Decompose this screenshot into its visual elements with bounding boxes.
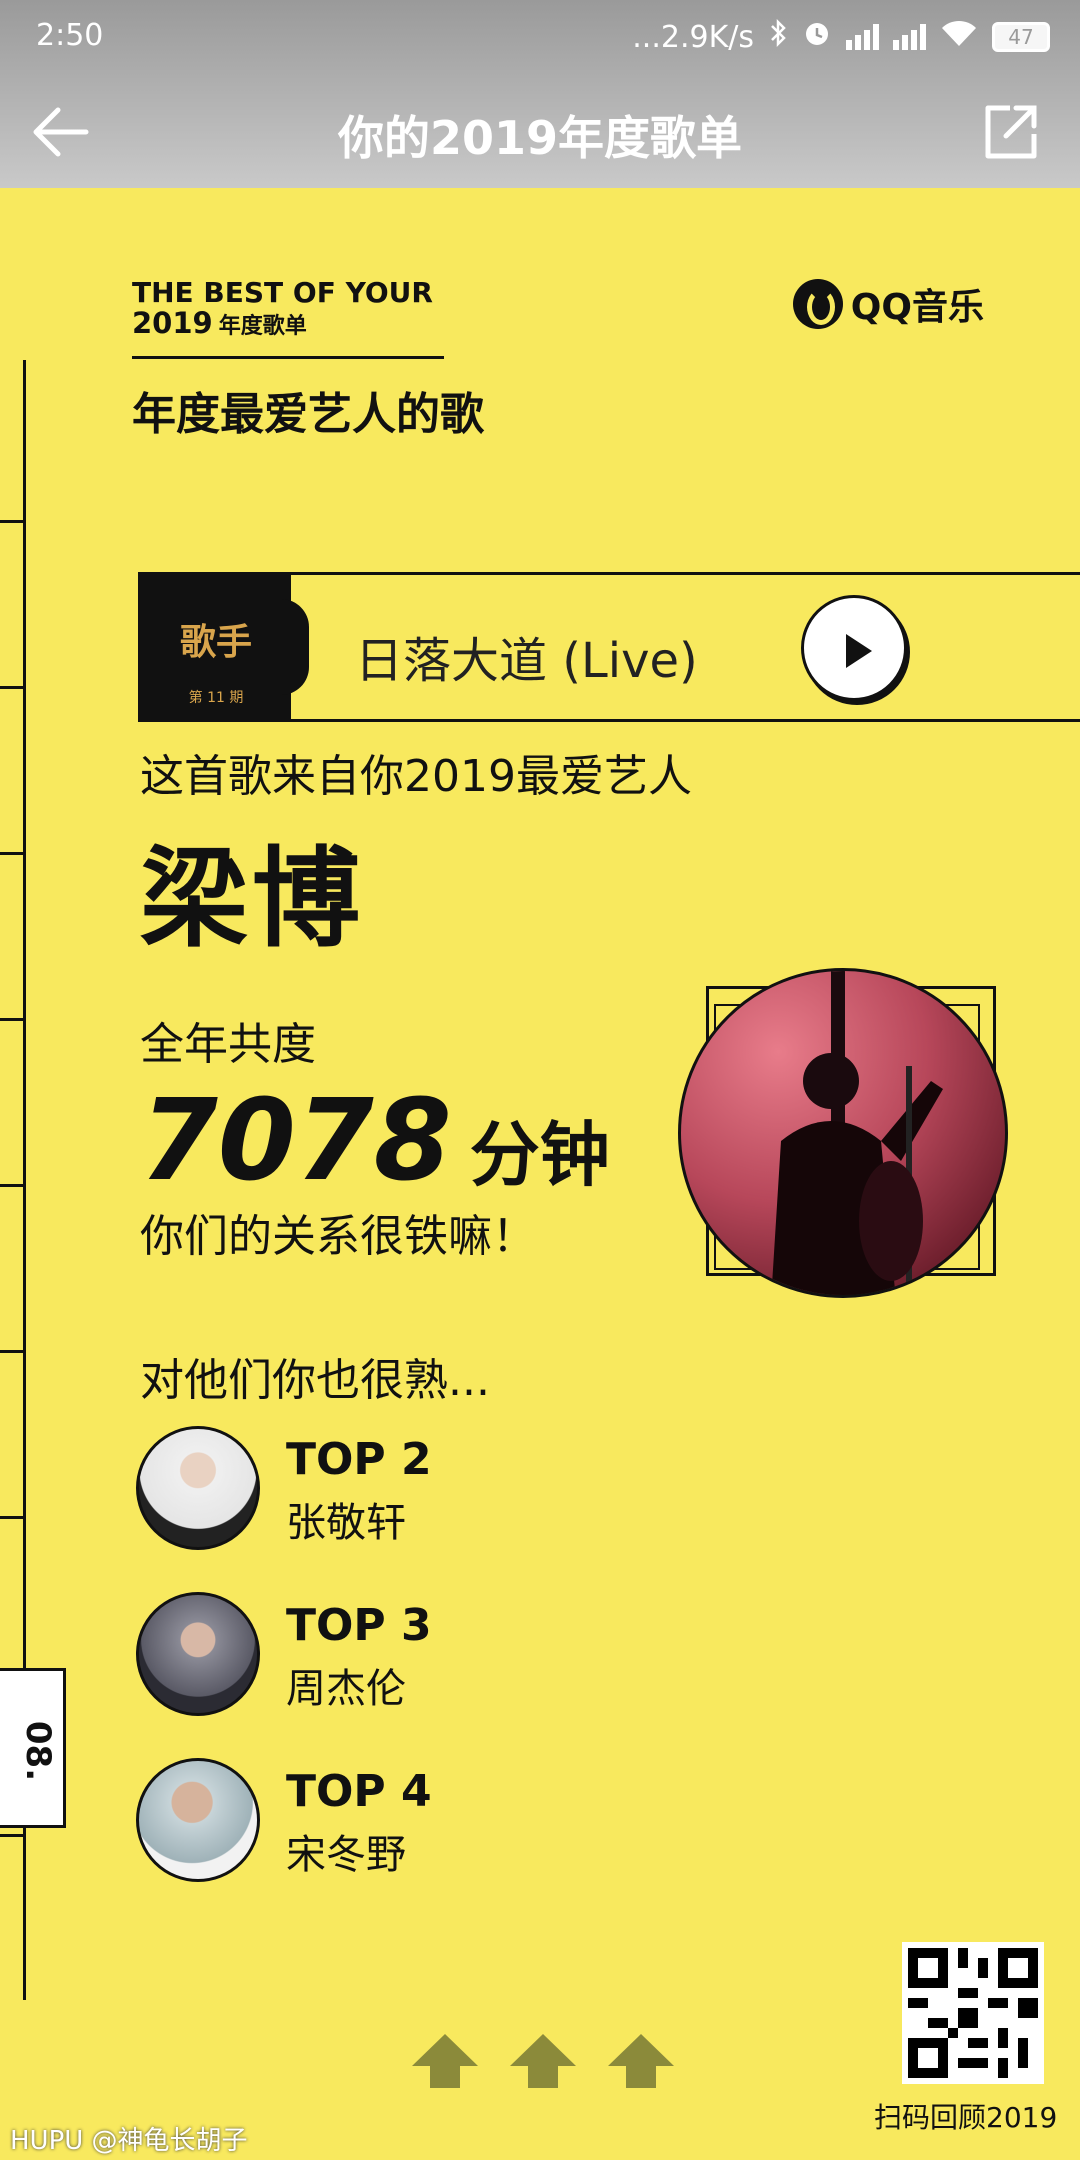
signal-icon [846,24,879,50]
top-artist-name: 周杰伦 [286,1666,406,1712]
swipe-up-hint[interactable] [410,2032,676,2090]
status-time: 2:50 [36,18,104,53]
brand-line1: THE BEST OF YOUR [132,276,433,309]
album-cover: 歌手 第 11 期 [141,575,291,719]
divider [132,356,444,359]
page-title: 你的2019年度歌单 [337,111,743,165]
vinyl-disc-icon [281,599,309,695]
arrow-up-icon [510,2034,576,2088]
arrow-up-icon [608,2034,674,2088]
qq-music-icon [792,279,843,329]
top-bar: 2:50 ...2.9K/s 47 你的2019年度歌单 [0,0,1080,188]
qr-code [902,1942,1044,2084]
alarm-icon [802,18,832,56]
song-title: 日落大道 (Live) [355,633,698,689]
network-speed: ...2.9K/s [632,19,754,55]
share-button[interactable] [980,102,1040,162]
brand-year: 2019 [132,306,213,340]
battery-icon: 47 [992,22,1050,52]
arrow-up-icon [412,2034,478,2088]
avatar [136,1758,260,1882]
favorite-artist-name: 梁博 [140,837,365,962]
familiar-heading: 对他们你也很熟... [140,1355,490,1406]
brand-title: THE BEST OF YOUR 2019 年度歌单 [132,278,433,342]
brand-cn: 年度歌单 [218,314,307,339]
app-name: QQ音乐 [850,287,984,328]
top-rank: TOP 2 [286,1434,432,1485]
from-text: 这首歌来自你2019最爱艺人 [140,751,692,802]
status-bar: 2:50 ...2.9K/s 47 [0,0,1080,76]
app-logo: QQ音乐 [792,278,984,330]
signal-icon-2 [893,24,926,50]
song-card[interactable]: 歌手 第 11 期 日落大道 (Live) [138,572,1080,722]
avatar [136,1426,260,1550]
top-artist-name: 宋冬野 [286,1832,406,1878]
status-icons: ...2.9K/s 47 [632,18,1050,56]
top-rank: TOP 4 [286,1766,432,1817]
year-label: 全年共度 [140,1019,316,1070]
share-icon [985,105,1037,159]
minutes-value: 7078 [140,1076,452,1206]
artist-photo [678,968,1008,1298]
page-tab[interactable]: 08. [0,1668,66,1828]
qr-label: 扫码回顾2019 [874,2101,1058,2134]
relation-text: 你们的关系很铁嘛！ [140,1211,536,1262]
section-title: 年度最爱艺人的歌 [132,389,484,440]
watermark: HUPU @神龟长胡子 [10,2126,248,2156]
album-cover-title: 歌手 [179,622,252,663]
bluetooth-icon [768,18,788,56]
page-tab-label: 08. [18,1720,59,1782]
minutes-unit: 分钟 [469,1114,610,1196]
play-button[interactable] [801,595,907,701]
album-cover-episode: 第 11 期 [188,690,244,706]
top-artist-name: 张敬轩 [286,1500,406,1546]
nav-bar: 你的2019年度歌单 [0,76,1080,188]
top-rank: TOP 3 [286,1600,432,1651]
avatar [136,1592,260,1716]
listening-minutes: 7078 分钟 [140,1076,610,1206]
wifi-icon [940,18,978,56]
